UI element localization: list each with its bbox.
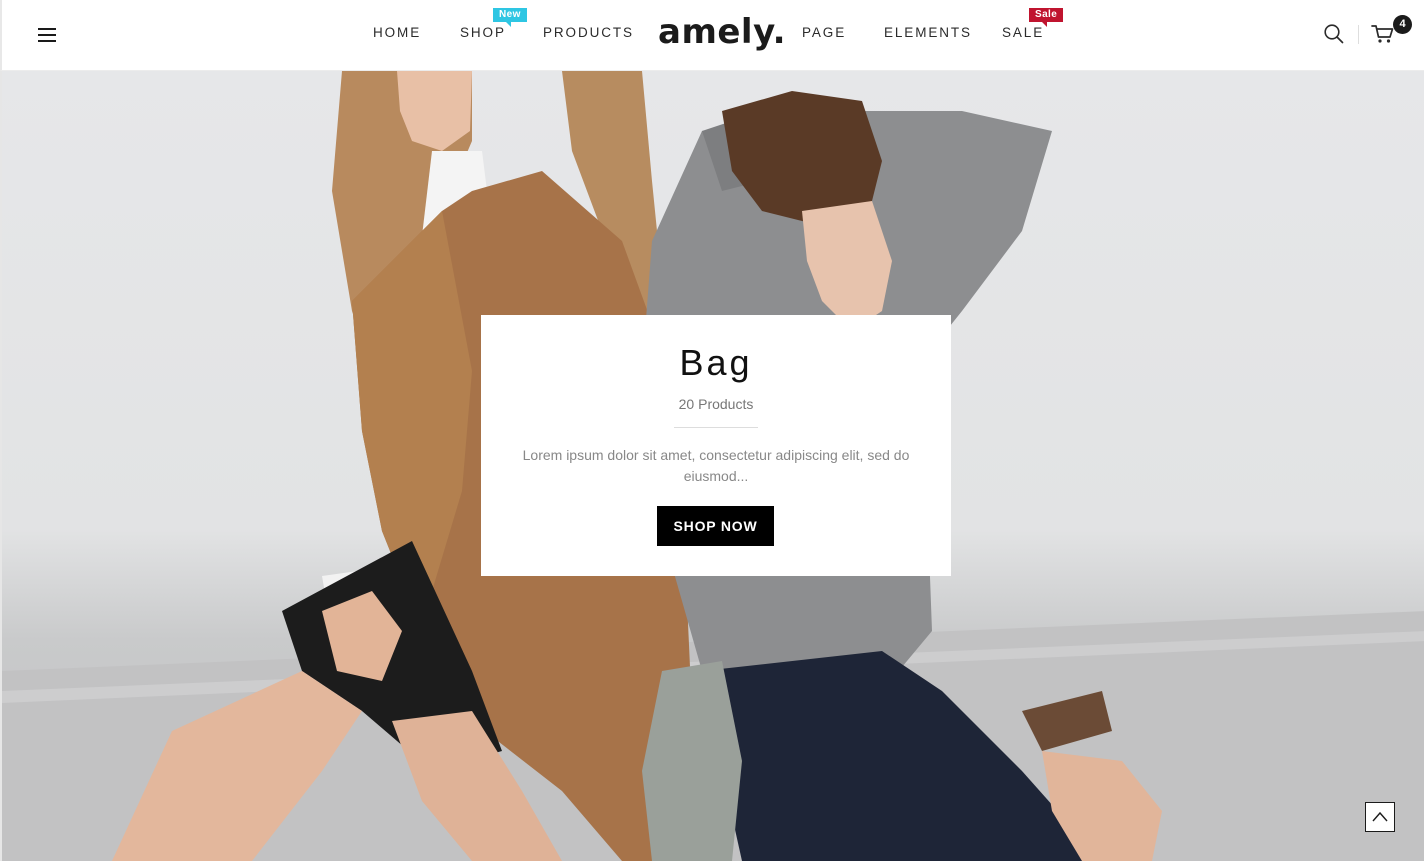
nav-home[interactable]: HOME — [373, 25, 421, 41]
nav-products[interactable]: PRODUCTS — [543, 25, 634, 41]
promo-card: Bag 20 Products Lorem ipsum dolor sit am… — [481, 315, 951, 576]
promo-divider — [674, 427, 758, 428]
promo-description: Lorem ipsum dolor sit amet, consectetur … — [522, 447, 910, 484]
new-badge: New — [493, 8, 527, 27]
nav-sale[interactable]: SALE — [1002, 25, 1044, 41]
nav-elements[interactable]: ELEMENTS — [884, 25, 972, 41]
brand-logo[interactable]: amely. — [658, 10, 786, 54]
search-icon[interactable] — [1323, 23, 1345, 45]
sale-badge: Sale — [1029, 8, 1064, 27]
shopping-cart-icon[interactable] — [1371, 23, 1395, 45]
cart-count-badge: 4 — [1393, 15, 1412, 34]
chevron-up-icon — [1372, 811, 1388, 822]
shop-now-button[interactable]: SHOP NOW — [657, 506, 774, 546]
header-divider — [1358, 25, 1359, 44]
hamburger-menu-icon[interactable] — [36, 27, 58, 43]
scroll-to-top-button[interactable] — [1365, 802, 1395, 832]
promo-title: Bag — [679, 342, 753, 383]
nav-page[interactable]: PAGE — [802, 25, 846, 41]
hero-banner: Bag 20 Products Lorem ipsum dolor sit am… — [0, 71, 1424, 861]
site-header: HOME SHOP New PRODUCTS amely. PAGE ELEME… — [0, 0, 1424, 71]
nav-shop[interactable]: SHOP — [460, 25, 506, 41]
promo-product-count: 20 Products — [678, 396, 754, 412]
